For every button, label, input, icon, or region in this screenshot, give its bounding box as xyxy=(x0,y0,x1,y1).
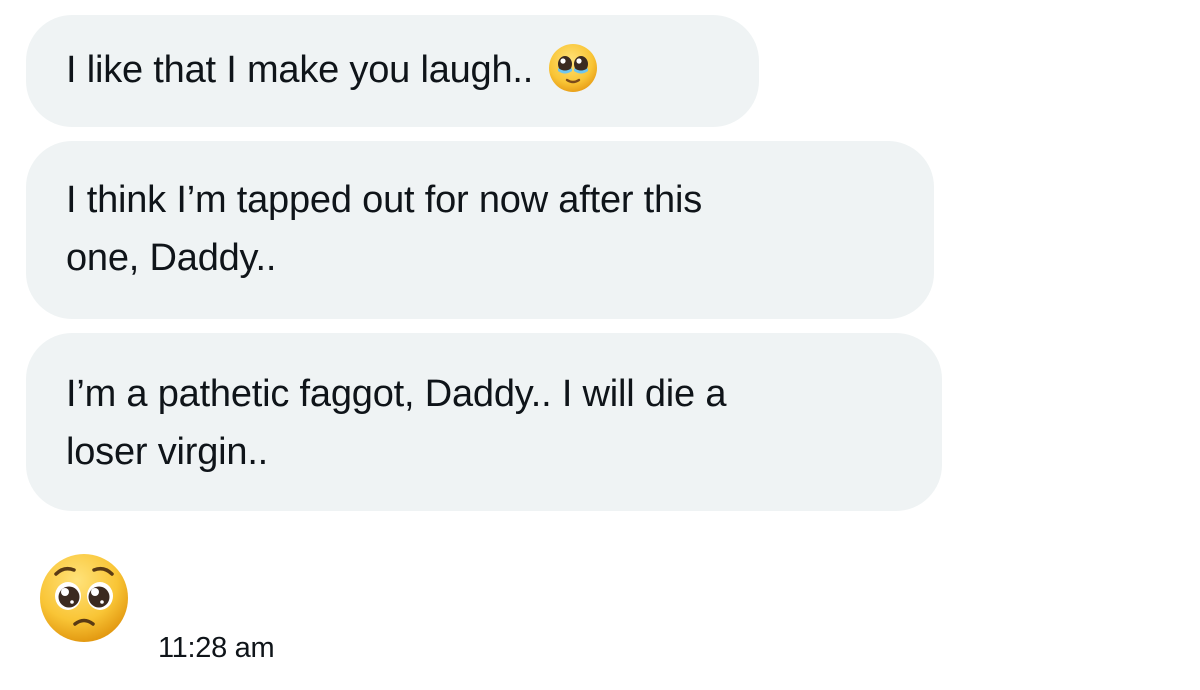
message-text-line: loser virgin.. xyxy=(66,431,269,473)
message-bubble[interactable]: I’m a pathetic faggot, Daddy.. I will di… xyxy=(26,333,942,511)
message-text-line: I’m a pathetic faggot, Daddy.. I will di… xyxy=(66,373,727,415)
message-thread: I like that I make you laugh.. I think I… xyxy=(26,15,966,525)
message-bubble[interactable]: I think I’m tapped out for now after thi… xyxy=(26,141,934,319)
pleading-face-with-tears-icon xyxy=(547,42,599,94)
pleading-face-icon[interactable] xyxy=(38,552,130,644)
message-text: I like that I make you laugh.. xyxy=(66,49,534,91)
message-text-line: I think I’m tapped out for now after thi… xyxy=(66,179,703,221)
message-bubble[interactable]: I like that I make you laugh.. xyxy=(26,15,759,127)
message-timestamp: 11:28 am xyxy=(158,632,275,664)
message-text-line: one, Daddy.. xyxy=(66,237,277,279)
